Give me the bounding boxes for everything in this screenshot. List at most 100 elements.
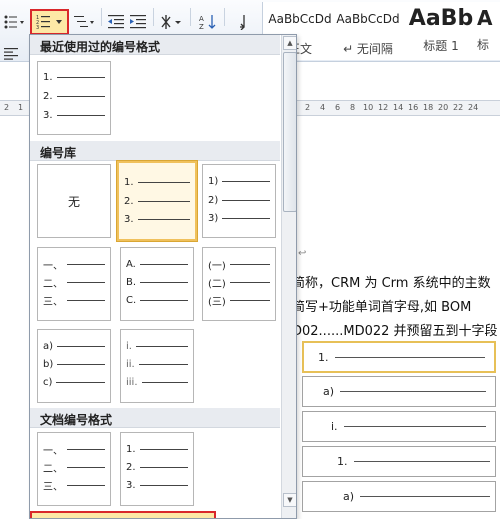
ruler-mark: 24 (468, 103, 479, 112)
tile-label: 二、 (43, 278, 63, 290)
ruler-mark: 2 (4, 103, 10, 112)
arrow-down-icon: ▼ (287, 496, 293, 504)
style-name: 标题 1 (423, 39, 459, 53)
sort-button[interactable]: AZ (197, 12, 219, 32)
numbering-format-tile[interactable]: 一、 二、 三、 (37, 247, 111, 321)
list-level-preview[interactable]: a) (302, 481, 496, 512)
doc-line: 简写+功能单词首字母,如 BOM (292, 300, 472, 315)
show-hide-marks-button[interactable] (230, 12, 252, 32)
align-left-button[interactable] (2, 44, 20, 64)
numbering-format-tile[interactable]: 1. 2. 3. (120, 432, 194, 506)
scroll-up-button[interactable]: ▲ (283, 36, 296, 50)
tile-label: A. (126, 258, 136, 270)
multilevel-list-button[interactable] (72, 12, 98, 32)
list-level-label: i. (331, 420, 338, 433)
tile-label: 2. (43, 90, 53, 102)
tile-label: 2) (208, 194, 219, 206)
list-level-label: 1. (318, 350, 329, 364)
scroll-down-button[interactable]: ▼ (283, 493, 296, 507)
numbering-format-tile[interactable]: A. B. C. (120, 247, 194, 321)
ruler-mark: 1 (18, 103, 24, 112)
svg-text:A: A (199, 15, 204, 23)
list-level-preview[interactable]: i. (302, 411, 496, 442)
ruler-mark: 16 (408, 103, 419, 112)
numbering-format-tile[interactable]: 1. 2. 3. (37, 61, 111, 135)
toolbar-separator (224, 8, 225, 26)
chinese-layout-icon (161, 15, 181, 29)
numbering-format-tile[interactable]: (一) (二) (三) (202, 247, 276, 321)
recent-formats-header: 最近使用过的编号格式 (30, 35, 280, 55)
ruler-mark: 2 (305, 103, 311, 112)
ruler-mark: 4 (320, 103, 326, 112)
styles-gallery: AaBbCcDd 正文 AaBbCcDd ↵ 无间隔 AaBb 标题 1 A 标 (262, 2, 500, 60)
ruler-mark: 10 (363, 103, 374, 112)
tile-label: ii. (126, 358, 135, 370)
doc-line: 简称，CRM 为 Crm 系统中的主数 (292, 276, 491, 291)
list-level-preview[interactable]: 1. (302, 446, 496, 477)
numbering-format-tile[interactable]: i. ii. iii. (120, 329, 194, 403)
style-sample: AaBbCcDd (268, 12, 332, 26)
bullets-icon (4, 15, 24, 29)
style-no-spacing[interactable]: AaBbCcDd ↵ 无间隔 (331, 2, 405, 60)
svg-text:3: 3 (36, 25, 39, 30)
tile-label: (三) (208, 296, 226, 308)
numbering-format-tile[interactable]: 1. 2. 3. (116, 160, 198, 242)
style-heading-1[interactable]: AaBb 标题 1 (405, 2, 477, 60)
tile-label: 3. (126, 479, 136, 491)
tile-label: i. (126, 340, 132, 352)
ruler-mark: 8 (350, 103, 356, 112)
decrease-indent-icon (108, 15, 124, 29)
tile-label: b) (43, 358, 54, 370)
chinese-layout-button[interactable] (158, 12, 186, 32)
dropdown-scrollbar[interactable]: ▲ ▼ (281, 35, 296, 518)
increase-indent-icon (130, 15, 146, 29)
tile-label: 2. (126, 461, 136, 473)
decrease-indent-button[interactable] (106, 12, 126, 32)
numbering-format-tile[interactable]: 1) 2) 3) (202, 164, 276, 238)
tile-label: (二) (208, 278, 226, 290)
list-level-preview[interactable]: 1. (302, 341, 496, 373)
tile-label: 1. (124, 176, 134, 188)
sort-icon: AZ (199, 15, 216, 30)
ruler-mark: 14 (393, 103, 404, 112)
numbering-icon: 1 2 3 (36, 15, 62, 30)
doc-line: D02......MD022 并预留五到十字段 (292, 324, 498, 339)
tile-label: 1) (208, 175, 219, 187)
style-name: 标 (477, 38, 490, 52)
toolbar-separator (153, 8, 154, 26)
ruler-mark: 20 (438, 103, 449, 112)
list-level-label: a) (343, 490, 355, 503)
tile-label: 三、 (43, 481, 63, 493)
style-heading-2[interactable]: A 标 (477, 2, 500, 60)
tile-label: (一) (208, 260, 226, 272)
ruler-mark: 22 (453, 103, 464, 112)
numbering-button[interactable]: 1 2 3 (30, 9, 69, 35)
toolbar-separator (190, 8, 191, 26)
style-name: ↵ 无间隔 (343, 42, 393, 56)
bullets-button[interactable] (2, 12, 28, 32)
tile-label: 1. (126, 443, 136, 455)
tile-label: 2. (124, 195, 134, 207)
numbering-format-tile[interactable]: a) b) c) (37, 329, 111, 403)
numbering-format-tile[interactable]: 一、 二、 三、 (37, 432, 111, 506)
style-sample: A (477, 6, 493, 30)
align-left-icon (4, 48, 18, 60)
increase-indent-button[interactable] (128, 12, 148, 32)
tile-label: a) (43, 340, 54, 352)
multilevel-list-icon (74, 16, 94, 27)
list-level-preview[interactable]: a) (302, 376, 496, 407)
ruler-mark: 6 (335, 103, 341, 112)
tile-label: 三、 (43, 296, 63, 308)
scroll-thumb[interactable] (283, 52, 296, 212)
arrow-up-icon: ▲ (287, 39, 293, 47)
numbering-gallery-dropdown: 最近使用过的编号格式 1. 2. 3. 编号库 无 1. 2. 3. 1) 2)… (29, 34, 297, 519)
numbering-library-header: 编号库 (30, 141, 280, 161)
tile-label: C. (126, 294, 137, 306)
numbering-none-tile[interactable]: 无 (37, 164, 111, 238)
change-list-level-menu-item[interactable] (30, 511, 216, 518)
style-sample: AaBb (408, 6, 474, 31)
document-formats-header: 文档编号格式 (30, 408, 280, 428)
list-level-label: 1. (337, 455, 348, 468)
tile-label: 1. (43, 71, 53, 83)
tile-label: iii. (126, 376, 138, 388)
